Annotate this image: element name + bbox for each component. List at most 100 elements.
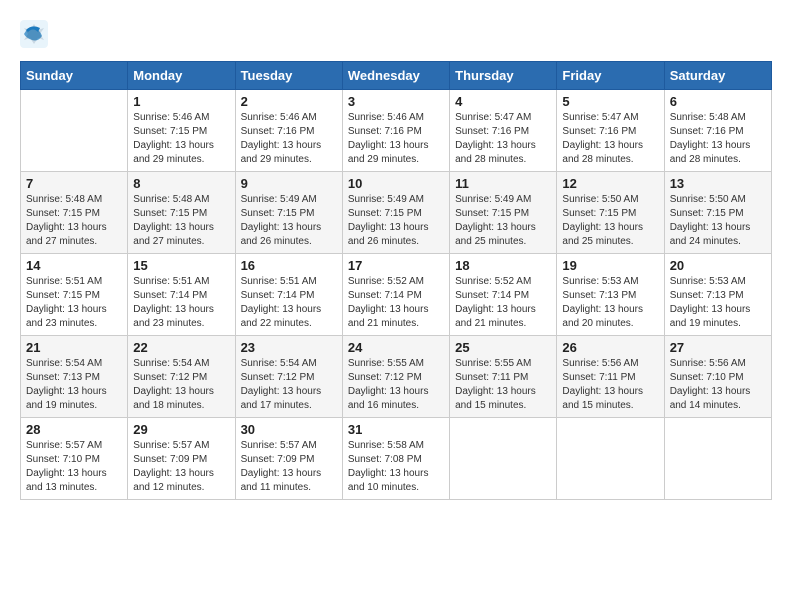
- calendar-cell: 22 Sunrise: 5:54 AMSunset: 7:12 PMDayligh…: [128, 336, 235, 418]
- day-info: Sunrise: 5:52 AMSunset: 7:14 PMDaylight:…: [455, 275, 551, 331]
- calendar-cell: 18 Sunrise: 5:52 AMSunset: 7:14 PMDayligh…: [450, 254, 557, 336]
- day-info: Sunrise: 5:54 AMSunset: 7:12 PMDaylight:…: [241, 357, 337, 413]
- day-info: Sunrise: 5:56 AMSunset: 7:11 PMDaylight:…: [562, 357, 658, 413]
- calendar-week-row: 7 Sunrise: 5:48 AMSunset: 7:15 PMDaylight…: [21, 172, 772, 254]
- calendar-cell: 9 Sunrise: 5:49 AMSunset: 7:15 PMDaylight…: [235, 172, 342, 254]
- day-number: 4: [455, 94, 551, 109]
- calendar-cell: 7 Sunrise: 5:48 AMSunset: 7:15 PMDaylight…: [21, 172, 128, 254]
- day-info: Sunrise: 5:47 AMSunset: 7:16 PMDaylight:…: [455, 111, 551, 167]
- calendar-cell: [664, 418, 771, 500]
- calendar-cell: 1Sunrise: 5:46 AMSunset: 7:15 PMDaylight…: [128, 90, 235, 172]
- day-number: 6: [670, 94, 766, 109]
- calendar-cell: 5 Sunrise: 5:47 AMSunset: 7:16 PMDaylight…: [557, 90, 664, 172]
- day-number: 15: [133, 258, 229, 273]
- day-number: 3: [348, 94, 444, 109]
- day-number: 13: [670, 176, 766, 191]
- day-info: Sunrise: 5:55 AMSunset: 7:12 PMDaylight:…: [348, 357, 444, 413]
- day-info: Sunrise: 5:57 AMSunset: 7:10 PMDaylight:…: [26, 439, 122, 495]
- calendar-cell: 15Sunrise: 5:51 AMSunset: 7:14 PMDayligh…: [128, 254, 235, 336]
- day-number: 16: [241, 258, 337, 273]
- day-info: Sunrise: 5:50 AMSunset: 7:15 PMDaylight:…: [670, 193, 766, 249]
- day-number: 5: [562, 94, 658, 109]
- day-info: Sunrise: 5:54 AMSunset: 7:13 PMDaylight:…: [26, 357, 122, 413]
- calendar-cell: 23 Sunrise: 5:54 AMSunset: 7:12 PMDayligh…: [235, 336, 342, 418]
- day-info: Sunrise: 5:48 AMSunset: 7:15 PMDaylight:…: [26, 193, 122, 249]
- day-number: 27: [670, 340, 766, 355]
- day-info: Sunrise: 5:46 AMSunset: 7:16 PMDaylight:…: [348, 111, 444, 167]
- calendar-cell: 13 Sunrise: 5:50 AMSunset: 7:15 PMDayligh…: [664, 172, 771, 254]
- calendar-cell: 30 Sunrise: 5:57 AMSunset: 7:09 PMDayligh…: [235, 418, 342, 500]
- calendar-cell: 12Sunrise: 5:50 AMSunset: 7:15 PMDayligh…: [557, 172, 664, 254]
- day-number: 14: [26, 258, 122, 273]
- calendar-cell: 27 Sunrise: 5:56 AMSunset: 7:10 PMDayligh…: [664, 336, 771, 418]
- day-number: 2: [241, 94, 337, 109]
- day-number: 21: [26, 340, 122, 355]
- day-number: 12: [562, 176, 658, 191]
- day-info: Sunrise: 5:49 AMSunset: 7:15 PMDaylight:…: [348, 193, 444, 249]
- calendar-cell: 24 Sunrise: 5:55 AMSunset: 7:12 PMDayligh…: [342, 336, 449, 418]
- day-number: 30: [241, 422, 337, 437]
- day-info: Sunrise: 5:54 AMSunset: 7:12 PMDaylight:…: [133, 357, 229, 413]
- day-number: 1: [133, 94, 229, 109]
- calendar-week-row: 21 Sunrise: 5:54 AMSunset: 7:13 PMDayligh…: [21, 336, 772, 418]
- day-number: 31: [348, 422, 444, 437]
- day-number: 22: [133, 340, 229, 355]
- calendar-week-row: 14 Sunrise: 5:51 AMSunset: 7:15 PMDayligh…: [21, 254, 772, 336]
- calendar-cell: 28Sunrise: 5:57 AMSunset: 7:10 PMDayligh…: [21, 418, 128, 500]
- day-info: Sunrise: 5:52 AMSunset: 7:14 PMDaylight:…: [348, 275, 444, 331]
- day-info: Sunrise: 5:57 AMSunset: 7:09 PMDaylight:…: [241, 439, 337, 495]
- calendar-header-row: SundayMondayTuesdayWednesdayThursdayFrid…: [21, 62, 772, 90]
- logo-icon: [20, 20, 48, 48]
- calendar-cell: [450, 418, 557, 500]
- calendar-cell: 14 Sunrise: 5:51 AMSunset: 7:15 PMDayligh…: [21, 254, 128, 336]
- calendar-header-thursday: Thursday: [450, 62, 557, 90]
- calendar-cell: 26 Sunrise: 5:56 AMSunset: 7:11 PMDayligh…: [557, 336, 664, 418]
- calendar-table: SundayMondayTuesdayWednesdayThursdayFrid…: [20, 61, 772, 500]
- day-info: Sunrise: 5:55 AMSunset: 7:11 PMDaylight:…: [455, 357, 551, 413]
- day-number: 9: [241, 176, 337, 191]
- day-info: Sunrise: 5:49 AMSunset: 7:15 PMDaylight:…: [241, 193, 337, 249]
- calendar-week-row: 28Sunrise: 5:57 AMSunset: 7:10 PMDayligh…: [21, 418, 772, 500]
- calendar-cell: 3 Sunrise: 5:46 AMSunset: 7:16 PMDaylight…: [342, 90, 449, 172]
- calendar-cell: 17 Sunrise: 5:52 AMSunset: 7:14 PMDayligh…: [342, 254, 449, 336]
- calendar-cell: 4 Sunrise: 5:47 AMSunset: 7:16 PMDaylight…: [450, 90, 557, 172]
- day-info: Sunrise: 5:51 AMSunset: 7:14 PMDaylight:…: [241, 275, 337, 331]
- day-number: 19: [562, 258, 658, 273]
- calendar-cell: 10 Sunrise: 5:49 AMSunset: 7:15 PMDayligh…: [342, 172, 449, 254]
- day-info: Sunrise: 5:47 AMSunset: 7:16 PMDaylight:…: [562, 111, 658, 167]
- day-number: 17: [348, 258, 444, 273]
- day-number: 23: [241, 340, 337, 355]
- top-bar: [20, 20, 772, 53]
- calendar-header-wednesday: Wednesday: [342, 62, 449, 90]
- calendar-cell: [557, 418, 664, 500]
- calendar-header-saturday: Saturday: [664, 62, 771, 90]
- day-number: 8: [133, 176, 229, 191]
- calendar-header-tuesday: Tuesday: [235, 62, 342, 90]
- day-info: Sunrise: 5:53 AMSunset: 7:13 PMDaylight:…: [562, 275, 658, 331]
- calendar-cell: 25 Sunrise: 5:55 AMSunset: 7:11 PMDayligh…: [450, 336, 557, 418]
- calendar-cell: 6 Sunrise: 5:48 AMSunset: 7:16 PMDaylight…: [664, 90, 771, 172]
- day-info: Sunrise: 5:46 AMSunset: 7:16 PMDaylight:…: [241, 111, 337, 167]
- calendar-week-row: 1Sunrise: 5:46 AMSunset: 7:15 PMDaylight…: [21, 90, 772, 172]
- day-info: Sunrise: 5:48 AMSunset: 7:16 PMDaylight:…: [670, 111, 766, 167]
- day-number: 24: [348, 340, 444, 355]
- day-info: Sunrise: 5:48 AMSunset: 7:15 PMDaylight:…: [133, 193, 229, 249]
- day-number: 20: [670, 258, 766, 273]
- day-number: 11: [455, 176, 551, 191]
- calendar-cell: 31Sunrise: 5:58 AMSunset: 7:08 PMDayligh…: [342, 418, 449, 500]
- day-number: 7: [26, 176, 122, 191]
- calendar-cell: 21 Sunrise: 5:54 AMSunset: 7:13 PMDayligh…: [21, 336, 128, 418]
- logo: [20, 20, 50, 48]
- day-number: 29: [133, 422, 229, 437]
- day-number: 25: [455, 340, 551, 355]
- day-number: 10: [348, 176, 444, 191]
- calendar-cell: 16 Sunrise: 5:51 AMSunset: 7:14 PMDayligh…: [235, 254, 342, 336]
- day-info: Sunrise: 5:57 AMSunset: 7:09 PMDaylight:…: [133, 439, 229, 495]
- day-info: Sunrise: 5:49 AMSunset: 7:15 PMDaylight:…: [455, 193, 551, 249]
- day-number: 26: [562, 340, 658, 355]
- calendar-cell: 19 Sunrise: 5:53 AMSunset: 7:13 PMDayligh…: [557, 254, 664, 336]
- calendar-cell: [21, 90, 128, 172]
- day-number: 18: [455, 258, 551, 273]
- day-info: Sunrise: 5:51 AMSunset: 7:15 PMDaylight:…: [26, 275, 122, 331]
- day-info: Sunrise: 5:56 AMSunset: 7:10 PMDaylight:…: [670, 357, 766, 413]
